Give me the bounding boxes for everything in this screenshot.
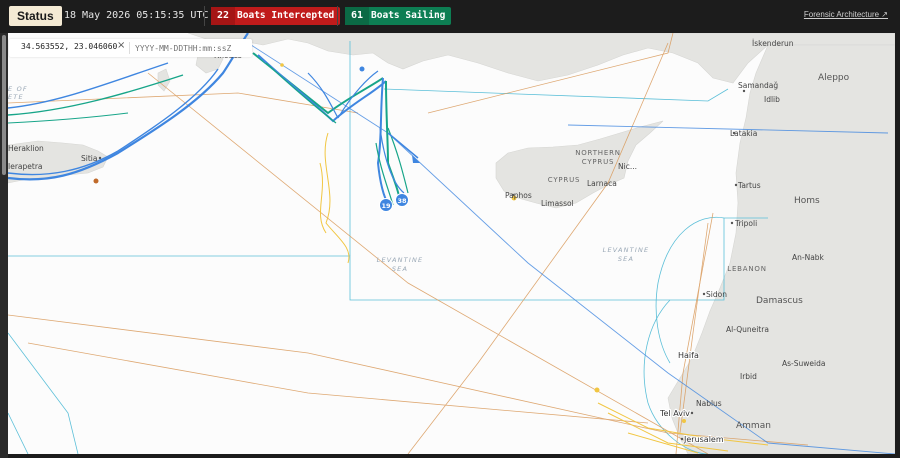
left-scrollbar[interactable] (0, 33, 8, 458)
city-label: Ierapetra (8, 162, 43, 171)
city-label: Al-Quneitra (726, 325, 769, 334)
coordinate-value: 34.563552, 23.046060 (21, 42, 118, 51)
sea-label: LEVANTINE (603, 246, 650, 254)
sailing-count: 61 (345, 7, 370, 25)
place-dots (98, 89, 746, 441)
country-label: LEBANON (727, 265, 767, 273)
city-label: Nablus (696, 399, 722, 408)
coordinate-readout: 34.563552, 23.046060 × (9, 39, 252, 57)
city-label: An-Nabk (792, 253, 825, 262)
city-label: Tartus (737, 181, 761, 190)
country-label: NORTHERN (575, 149, 621, 157)
forensic-architecture-link[interactable]: Forensic Architecture ↗ (804, 10, 888, 19)
city-label: Sidon (706, 290, 727, 299)
city-label: Heraklion (8, 144, 44, 153)
status-timestamp: 18 May 2026 05:15:35 UTC (64, 10, 209, 21)
city-label: Homs (794, 196, 820, 206)
flotilla-routes (252, 52, 419, 206)
city-label: Irbid (740, 372, 757, 381)
boats-intercepted-badge[interactable]: 22 Boats Intercepted (211, 7, 341, 25)
boat-marker[interactable] (682, 419, 686, 423)
sea-label-partial: ETE (8, 93, 24, 101)
sea-label: SEA (392, 265, 408, 273)
map-canvas[interactable]: 19 38 LEVANTINE SEA LEVANTINE SEA E OF E… (8, 33, 895, 454)
clear-coordinates-icon[interactable]: × (117, 40, 125, 51)
city-label: Idlib (764, 95, 780, 104)
divider (204, 6, 205, 26)
city-label: Nic... (618, 162, 637, 171)
country-label: CYPRUS (582, 158, 615, 166)
city-label: Tel Aviv (659, 409, 690, 418)
city-label: Sitia (81, 154, 97, 163)
city-label: Tripoli (734, 219, 757, 228)
sailing-label: Boats Sailing (371, 10, 446, 21)
boat-marker[interactable] (594, 387, 600, 393)
city-label: Amman (736, 421, 771, 431)
city-label: Jerusalem (683, 435, 724, 444)
city-label: Paphos (505, 191, 532, 200)
intercepted-count: 22 (211, 7, 236, 25)
city-label: Samandağ (738, 81, 778, 90)
cluster-label-38: 38 (397, 197, 407, 205)
country-label: CYPRUS (548, 176, 581, 184)
divider (129, 42, 130, 54)
sea-label-partial: E OF (8, 85, 28, 93)
intercepted-label: Boats Intercepted (237, 10, 335, 21)
scrollbar-thumb[interactable] (2, 35, 6, 175)
status-button[interactable]: Status (9, 6, 62, 26)
levant-landmass (667, 44, 895, 454)
boat-marker[interactable] (359, 66, 365, 72)
city-label: Larnaca (587, 179, 617, 188)
datetime-input[interactable] (135, 41, 245, 55)
eez-boundaries (8, 41, 768, 454)
sea-label: SEA (618, 255, 634, 263)
crete-boat-marker[interactable] (93, 178, 99, 184)
map-svg: 19 38 LEVANTINE SEA LEVANTINE SEA E OF E… (8, 33, 895, 454)
city-label: Limassol (541, 199, 574, 208)
city-label: Aleppo (818, 73, 850, 83)
sea-label: LEVANTINE (377, 256, 424, 264)
boats-sailing-badge[interactable]: 61 Boats Sailing (345, 7, 452, 25)
boat-marker[interactable] (280, 63, 284, 67)
city-label: As-Suweida (782, 359, 825, 368)
cluster-label-19: 19 (381, 202, 391, 210)
city-label: Damascus (756, 296, 803, 306)
city-label: İskenderun (752, 39, 794, 48)
city-label: Haifa (678, 351, 699, 360)
top-status-bar: Status 18 May 2026 05:15:35 UTC 22 Boats… (0, 0, 900, 32)
divider (337, 6, 338, 26)
